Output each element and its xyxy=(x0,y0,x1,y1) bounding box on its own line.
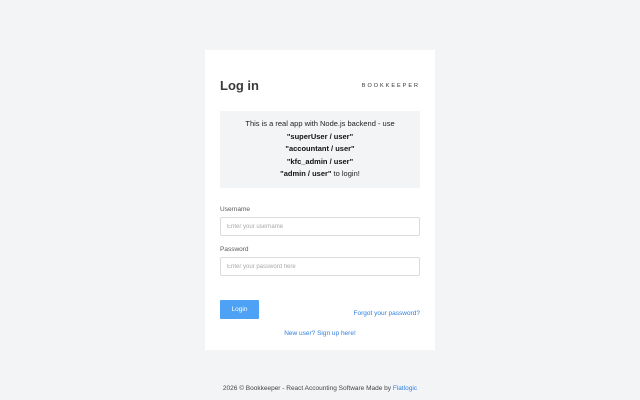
notice-line: This is a real app with Node.js backend … xyxy=(245,119,395,129)
brand-logo: BOOKKEEPER xyxy=(361,82,420,89)
signup-link[interactable]: New user? Sign up here! xyxy=(205,330,435,337)
login-button[interactable]: Login xyxy=(220,300,259,319)
flatlogic-link[interactable]: Flatlogic xyxy=(393,385,417,392)
password-label: Password xyxy=(220,246,249,253)
login-card: Log in BOOKKEEPER This is a real app wit… xyxy=(205,50,435,350)
credential-admin: "admin / user" xyxy=(280,169,332,179)
footer-text: 2026 © Bookkeeper - React Accounting Sof… xyxy=(222,385,393,392)
page-title: Log in xyxy=(220,78,259,93)
credential-accountant: "accountant / user" xyxy=(285,144,355,154)
forgot-password-link[interactable]: Forgot your password? xyxy=(354,310,420,317)
footer: 2026 © Bookkeeper - React Accounting Sof… xyxy=(0,385,640,392)
username-input[interactable] xyxy=(220,217,420,236)
demo-credentials-notice: This is a real app with Node.js backend … xyxy=(220,111,420,188)
password-input[interactable] xyxy=(220,257,420,276)
notice-tail: to login! xyxy=(331,169,360,179)
card-header: Log in BOOKKEEPER xyxy=(220,78,420,93)
credential-kfc-admin: "kfc_admin / user" xyxy=(286,156,354,166)
credential-superuser: "superUser / user" xyxy=(286,131,354,141)
notice-last-line: "admin / user" to login! xyxy=(280,168,360,181)
username-label: Username xyxy=(220,206,250,213)
